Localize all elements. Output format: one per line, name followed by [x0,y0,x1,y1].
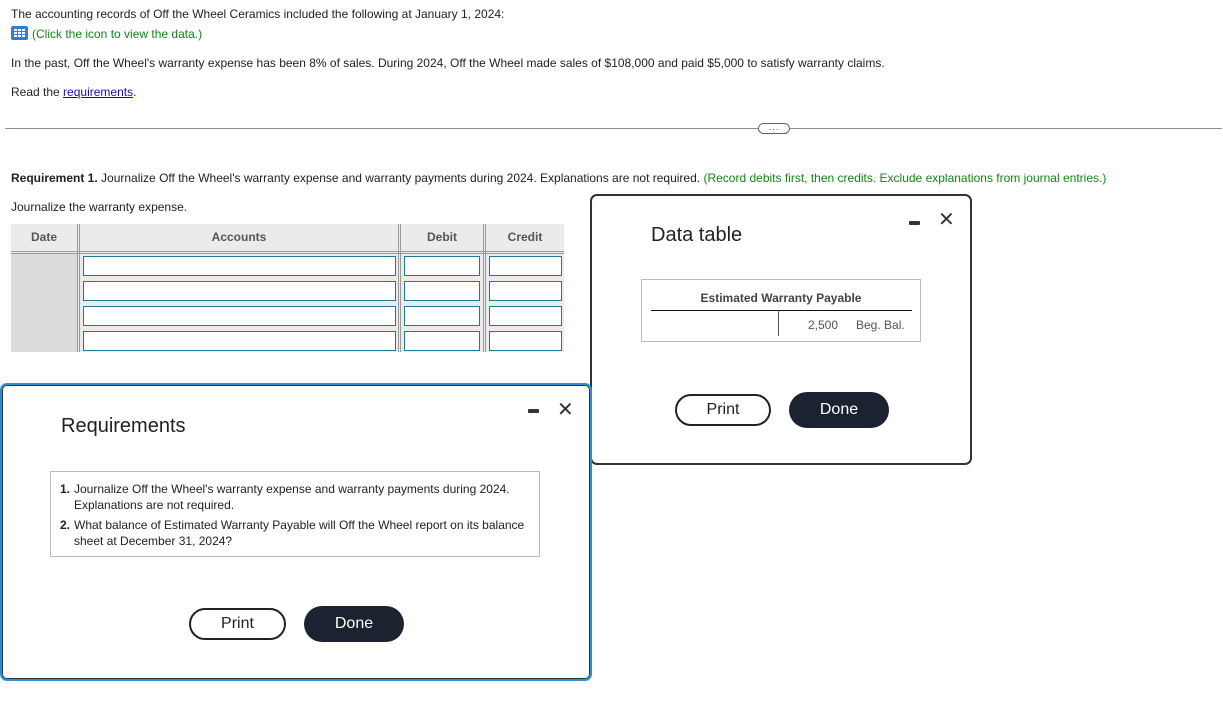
account-input[interactable] [83,331,396,351]
requirement-1-label: Requirement 1. [11,171,98,185]
header-debit: Debit [427,230,457,244]
t-account-top-rule [651,310,912,311]
credit-amount: 2,500 [808,318,839,332]
close-icon[interactable]: ✕ [557,400,574,420]
debit-input[interactable] [404,281,480,301]
credit-input[interactable] [489,256,562,276]
debit-input[interactable] [404,256,480,276]
header-accounts: Accounts [211,230,267,244]
section-divider [5,128,1222,129]
done-button[interactable]: Done [789,392,889,428]
requirements-title: Requirements [61,415,186,437]
credit-input[interactable] [489,331,562,351]
grid-table-icon[interactable] [11,26,28,40]
expand-button[interactable]: ... [758,123,790,134]
data-table-modal: Data table ✕ Estimated Warranty Payable … [590,194,972,465]
data-link[interactable]: (Click the icon to view the data.) [32,27,202,41]
date-cell [11,254,77,352]
journal-table: Date Accounts Debit Credit [11,224,564,352]
requirement-text: What balance of Estimated Warranty Payab… [74,518,525,548]
t-account-title: Estimated Warranty Payable [700,291,862,305]
done-button[interactable]: Done [304,606,404,642]
header-date: Date [30,230,57,244]
debit-input[interactable] [404,331,480,351]
requirement-number: 1. [60,482,71,496]
requirement-text: Journalize Off the Wheel's warranty expe… [74,482,510,512]
print-button[interactable]: Print [675,394,771,426]
requirement-item: 1. Journalize Off the Wheel's warranty e… [60,481,529,513]
read-requirements: Read the requirements. [11,85,136,99]
requirements-list: 1. Journalize Off the Wheel's warranty e… [50,471,540,557]
requirements-modal: Requirements ✕ 1. Journalize Off the Whe… [0,383,592,681]
requirements-link[interactable]: requirements [63,85,133,99]
requirement-1-instruction: Requirement 1. Journalize Off the Wheel'… [11,171,1106,185]
account-input[interactable] [83,306,396,326]
minimize-icon[interactable] [909,221,920,225]
header-divider [11,251,564,254]
credit-input[interactable] [489,281,562,301]
close-icon[interactable]: ✕ [938,210,955,230]
minimize-icon[interactable] [528,409,539,413]
column-divider [77,224,80,352]
read-prefix: Read the [11,85,64,99]
column-divider [398,224,401,352]
account-input[interactable] [83,256,396,276]
requirement-1-hint: (Record debits first, then credits. Excl… [703,171,1107,185]
intro-text: The accounting records of Off the Wheel … [11,7,505,21]
t-account: Estimated Warranty Payable 2,500 Beg. Ba… [641,279,921,342]
column-divider [483,224,486,352]
read-suffix: . [133,85,137,99]
header-credit: Credit [507,230,543,244]
t-account-center-rule [778,310,779,336]
data-link-row[interactable]: (Click the icon to view the data.) [11,26,202,41]
account-input[interactable] [83,281,396,301]
requirement-item: 2. What balance of Estimated Warranty Pa… [60,517,529,549]
requirement-1-text: Journalize Off the Wheel's warranty expe… [97,171,701,185]
credit-label: Beg. Bal. [856,318,905,332]
credit-input[interactable] [489,306,562,326]
problem-text: In the past, Off the Wheel's warranty ex… [11,56,885,70]
debit-input[interactable] [404,306,480,326]
requirement-number: 2. [60,518,71,532]
print-button[interactable]: Print [189,608,286,640]
journal-subheading: Journalize the warranty expense. [11,200,188,214]
data-table-title: Data table [651,224,743,246]
